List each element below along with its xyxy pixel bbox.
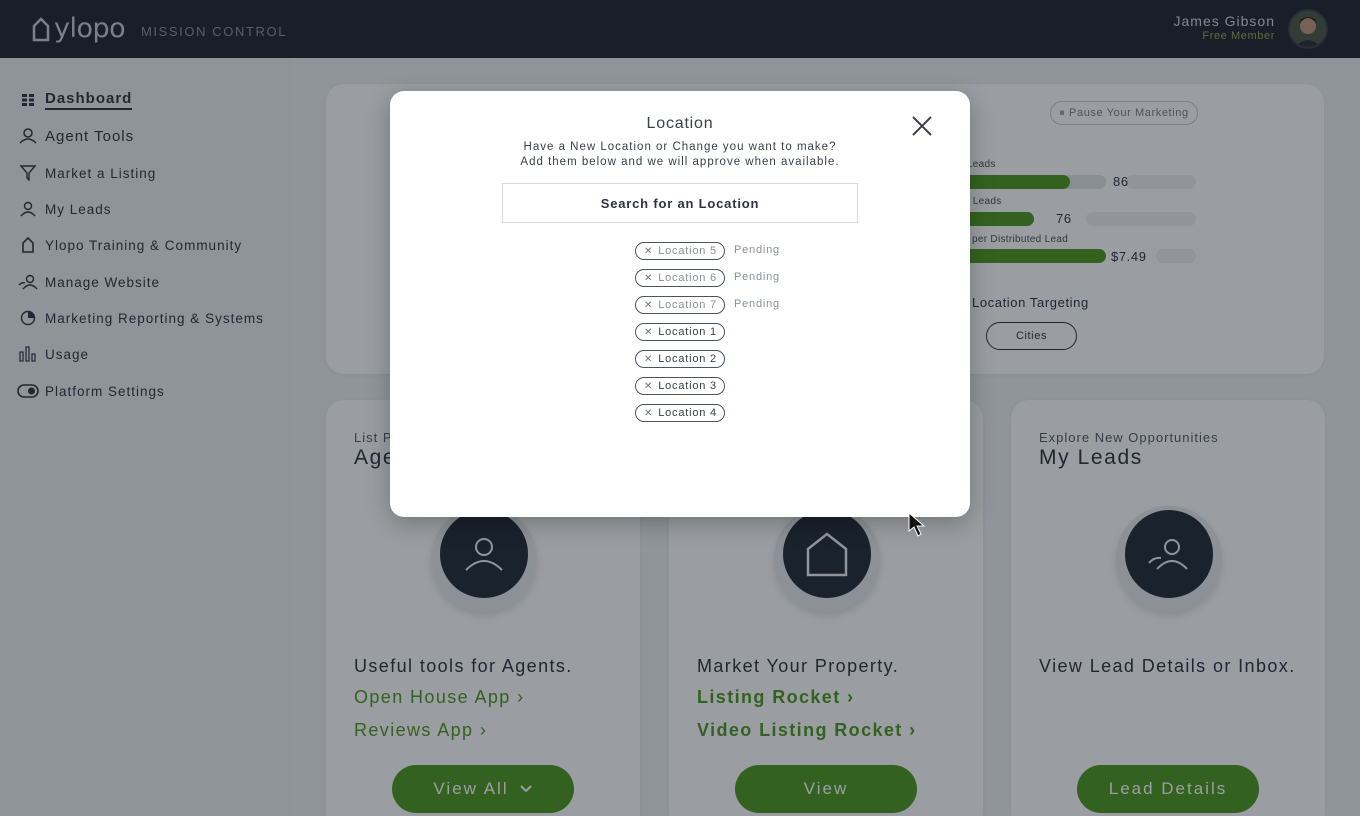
location-chip[interactable]: ✕ Location 4 [635, 404, 725, 422]
chip-label: Location 3 [658, 380, 717, 392]
location-chip[interactable]: ✕ Location 3 [635, 377, 725, 395]
remove-icon[interactable]: ✕ [644, 381, 653, 392]
chip-label: Location 4 [658, 407, 717, 419]
remove-icon[interactable]: ✕ [644, 246, 653, 257]
location-chip[interactable]: ✕ Location 5 [635, 242, 725, 260]
location-chip[interactable]: ✕ Location 7 [635, 296, 725, 314]
chip-label: Location 7 [658, 299, 717, 311]
modal-subtitle-line2: Add them below and we will approve when … [520, 156, 840, 168]
chip-label: Location 1 [658, 326, 717, 338]
status-badge: Pending [734, 244, 780, 256]
status-badge: Pending [734, 298, 780, 310]
remove-icon[interactable]: ✕ [644, 354, 653, 365]
modal-subtitle-line1: Have a New Location or Change you want t… [523, 141, 837, 153]
chip-label: Location 2 [658, 353, 717, 365]
location-chip[interactable]: ✕ Location 2 [635, 350, 725, 368]
chip-label: Location 6 [658, 272, 717, 284]
status-badge: Pending [734, 271, 780, 283]
remove-icon[interactable]: ✕ [644, 300, 653, 311]
close-icon[interactable] [909, 113, 935, 139]
remove-icon[interactable]: ✕ [644, 273, 653, 284]
remove-icon[interactable]: ✕ [644, 408, 653, 419]
location-chip[interactable]: ✕ Location 1 [635, 323, 725, 341]
mouse-cursor-icon [908, 512, 926, 537]
remove-icon[interactable]: ✕ [644, 327, 653, 338]
chip-label: Location 5 [658, 245, 717, 257]
location-chip[interactable]: ✕ Location 6 [635, 269, 725, 287]
modal-title: Location [646, 115, 714, 132]
location-search-input[interactable]: Search for an Location [502, 183, 858, 223]
location-modal: Location Have a New Location or Change y… [390, 91, 970, 517]
